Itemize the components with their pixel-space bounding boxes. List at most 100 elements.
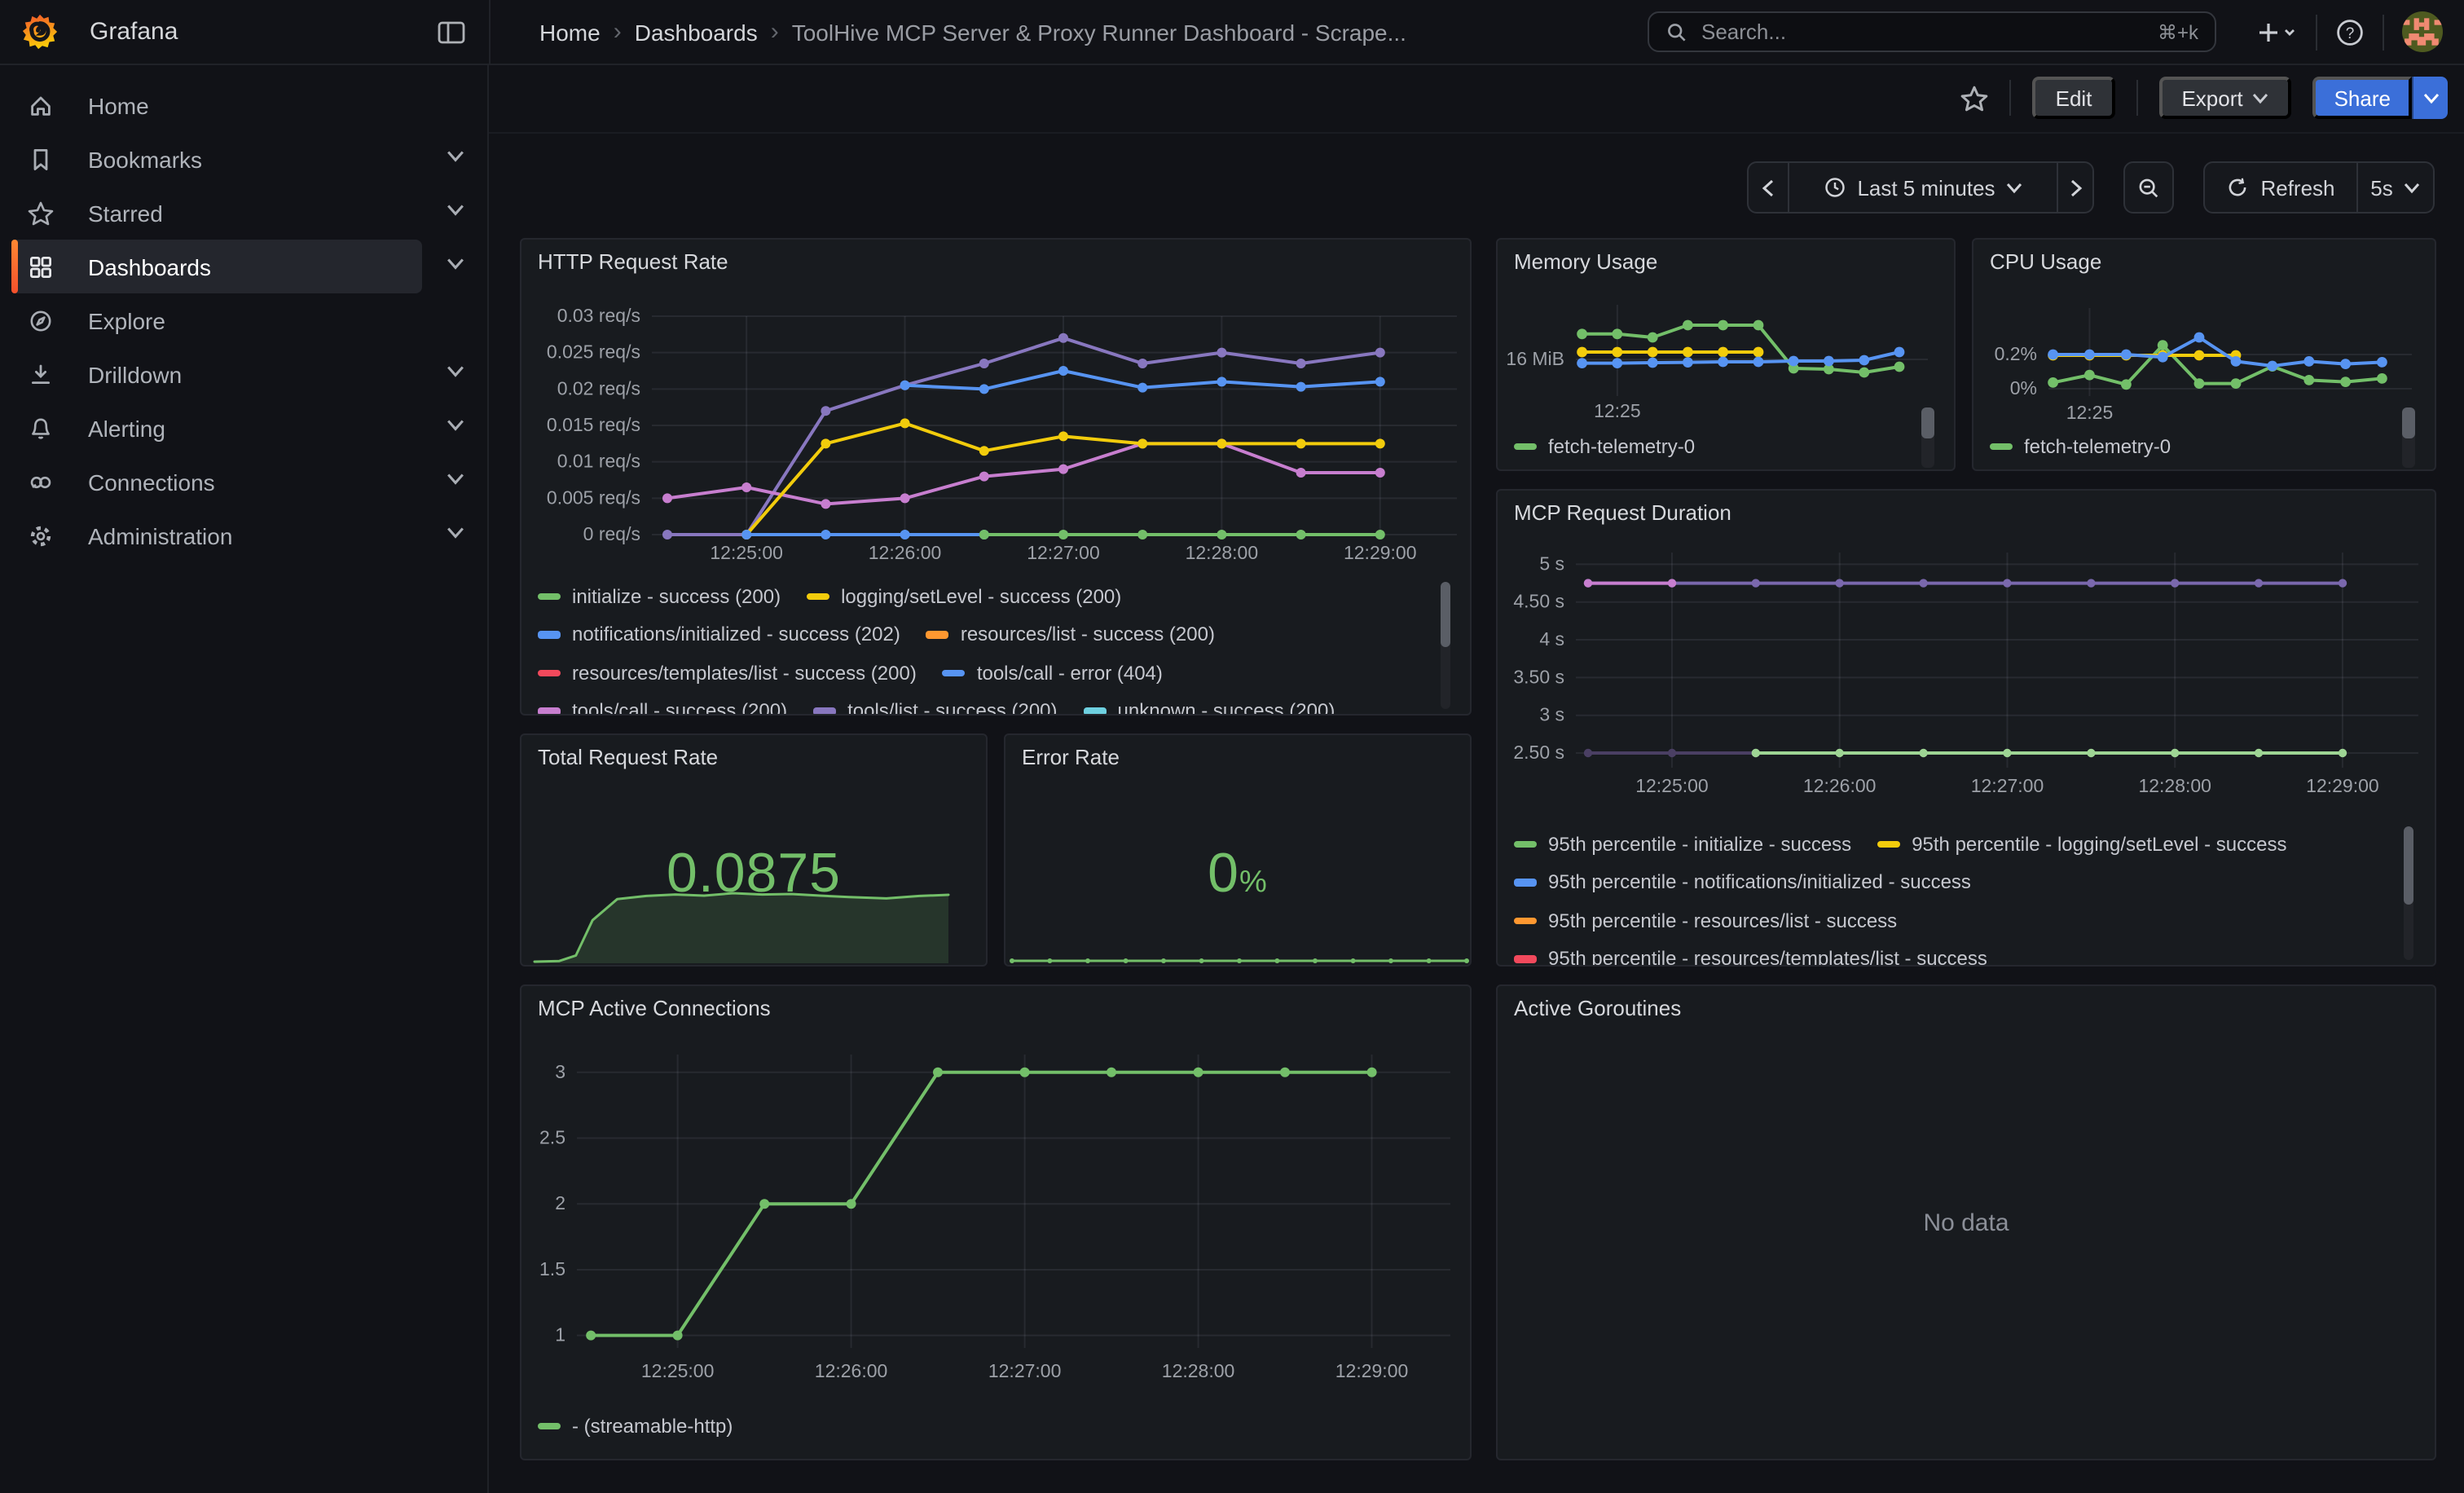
legend-item[interactable]: 95th percentile - initialize - success xyxy=(1514,833,1851,856)
legend-swatch xyxy=(926,631,949,638)
legend-item[interactable]: initialize - success (200) xyxy=(538,585,781,608)
legend-scrollbar[interactable] xyxy=(1921,407,1934,468)
panel-title[interactable]: Memory Usage xyxy=(1514,249,1657,274)
sidebar-item-alerting[interactable]: Alerting xyxy=(0,401,487,455)
chevron-down-icon[interactable] xyxy=(447,419,464,432)
refresh-interval-picker[interactable]: 5s xyxy=(2356,161,2435,214)
legend-item[interactable]: notifications/initialized - success (202… xyxy=(538,623,900,646)
legend-scrollbar[interactable] xyxy=(2404,826,2413,960)
bell-icon xyxy=(28,415,54,441)
svg-text:2.5: 2.5 xyxy=(539,1127,565,1148)
legend-item[interactable]: resources/list - success (200) xyxy=(926,623,1215,646)
legend-item[interactable]: unknown - success (200) xyxy=(1084,700,1335,716)
connections-legend[interactable]: - (streamable-http) xyxy=(538,1407,1437,1446)
share-dropdown-button[interactable] xyxy=(2412,77,2448,119)
help-icon[interactable]: ? xyxy=(2335,17,2365,46)
breadcrumb-separator: › xyxy=(614,18,622,46)
time-range-forward-button[interactable] xyxy=(2057,161,2094,214)
legend-item[interactable]: fetch-telemetry-0 xyxy=(1990,435,2171,458)
legend-swatch xyxy=(1514,879,1537,886)
chevron-down-icon[interactable] xyxy=(447,258,464,271)
legend-item[interactable]: logging/setLevel - success (200) xyxy=(807,585,1121,608)
sidebar-item-administration[interactable]: Administration xyxy=(0,509,487,562)
stat-value: 0% xyxy=(1005,843,1470,906)
panel-title[interactable]: Total Request Rate xyxy=(538,745,718,769)
svg-text:2: 2 xyxy=(555,1192,565,1213)
legend-label: 95th percentile - logging/setLevel - suc… xyxy=(1912,833,2286,856)
legend-swatch xyxy=(1990,443,2013,450)
search-input[interactable]: Search... ⌘+k xyxy=(1648,11,2216,52)
panel-title[interactable]: MCP Active Connections xyxy=(538,996,771,1020)
svg-text:4 s: 4 s xyxy=(1539,628,1564,650)
panel-title[interactable]: CPU Usage xyxy=(1990,249,2101,274)
sidebar-item-explore[interactable]: Explore xyxy=(0,293,487,347)
legend-item[interactable]: 95th percentile - notifications/initiali… xyxy=(1514,871,1971,894)
legend-item[interactable]: 95th percentile - logging/setLevel - suc… xyxy=(1877,833,2286,856)
legend-scrollbar[interactable] xyxy=(2402,407,2415,468)
cpu-legend[interactable]: fetch-telemetry-0 xyxy=(1990,427,2396,466)
chevron-down-icon[interactable] xyxy=(447,526,464,540)
panel-title[interactable]: MCP Request Duration xyxy=(1514,500,1731,525)
sidebar-item-connections[interactable]: Connections xyxy=(0,455,487,509)
breadcrumb-dashboards[interactable]: Dashboards xyxy=(635,19,758,45)
svg-text:3: 3 xyxy=(555,1061,565,1082)
refresh-button[interactable]: Refresh xyxy=(2203,161,2358,214)
divider xyxy=(2136,80,2137,116)
legend-swatch xyxy=(538,669,561,676)
legend-label: unknown - success (200) xyxy=(1118,700,1335,716)
time-range-picker[interactable]: Last 5 minutes xyxy=(1788,161,2058,214)
user-avatar[interactable] xyxy=(2402,11,2443,52)
chevron-down-icon[interactable] xyxy=(447,473,464,486)
legend-label: tools/list - success (200) xyxy=(847,700,1057,716)
time-range-back-button[interactable] xyxy=(1747,161,1789,214)
legend-item[interactable]: - (streamable-http) xyxy=(538,1415,733,1438)
legend-item[interactable]: 95th percentile - resources/templates/li… xyxy=(1514,948,1987,967)
panel-title[interactable]: Error Rate xyxy=(1022,745,1120,769)
legend-scrollbar[interactable] xyxy=(1441,582,1450,709)
legend-item[interactable]: tools/call - success (200) xyxy=(538,700,787,716)
sidebar-item-drilldown[interactable]: Drilldown xyxy=(0,347,487,401)
svg-text:3.50 s: 3.50 s xyxy=(1513,666,1564,687)
svg-text:4.50 s: 4.50 s xyxy=(1513,591,1564,612)
mcp-active-connections-chart[interactable]: 12:25:0012:26:0012:27:0012:28:0012:29:00… xyxy=(521,986,1470,1459)
duration-legend[interactable]: 95th percentile - initialize - success 95… xyxy=(1514,825,2399,967)
stat-unit: % xyxy=(1239,865,1268,900)
edit-button[interactable]: Edit xyxy=(2033,77,2115,119)
sidebar-item-bookmarks[interactable]: Bookmarks xyxy=(0,132,487,186)
legend-item[interactable]: tools/list - success (200) xyxy=(813,700,1057,716)
legend-item[interactable]: tools/call - error (404) xyxy=(943,662,1163,685)
chevron-down-icon[interactable] xyxy=(447,204,464,217)
legend-label: logging/setLevel - success (200) xyxy=(841,585,1121,608)
panel-title[interactable]: HTTP Request Rate xyxy=(538,249,728,274)
legend-item[interactable]: fetch-telemetry-0 xyxy=(1514,435,1695,458)
svg-text:0.2%: 0.2% xyxy=(1995,343,2037,364)
breadcrumb-home[interactable]: Home xyxy=(539,19,601,45)
legend-swatch xyxy=(1877,840,1900,848)
sidebar-item-starred[interactable]: Starred xyxy=(0,186,487,240)
svg-text:12:26:00: 12:26:00 xyxy=(1803,775,1877,796)
chevron-down-icon[interactable] xyxy=(447,150,464,163)
legend-row: notifications/initialized - success (202… xyxy=(538,615,1437,654)
divider xyxy=(2383,14,2384,50)
favorite-star-icon[interactable] xyxy=(1961,84,1989,112)
sidebar-item-home[interactable]: Home xyxy=(0,78,487,132)
zoom-out-button[interactable] xyxy=(2123,161,2174,214)
sidebar-item-dashboards[interactable]: Dashboards xyxy=(0,240,487,293)
add-new-button[interactable] xyxy=(2255,19,2298,45)
legend-label: notifications/initialized - success (202… xyxy=(572,623,900,646)
legend-label: 95th percentile - resources/list - succe… xyxy=(1548,909,1897,932)
chevron-down-icon[interactable] xyxy=(447,365,464,378)
svg-text:12:25: 12:25 xyxy=(1594,400,1641,421)
panel-title[interactable]: Active Goroutines xyxy=(1514,996,1681,1020)
dock-sidebar-icon[interactable] xyxy=(435,16,468,47)
legend-item[interactable]: resources/templates/list - success (200) xyxy=(538,662,917,685)
share-button[interactable]: Share xyxy=(2313,77,2412,119)
memory-legend[interactable]: fetch-telemetry-0 xyxy=(1514,427,1915,466)
export-button[interactable]: Export xyxy=(2158,77,2291,119)
svg-text:0%: 0% xyxy=(2010,377,2037,399)
legend-label: tools/call - success (200) xyxy=(572,700,787,716)
legend-item[interactable]: 95th percentile - resources/list - succe… xyxy=(1514,909,1897,932)
refresh-icon xyxy=(2226,176,2249,199)
svg-text:3 s: 3 s xyxy=(1539,704,1564,725)
http-legend[interactable]: initialize - success (200) logging/setLev… xyxy=(538,577,1437,716)
